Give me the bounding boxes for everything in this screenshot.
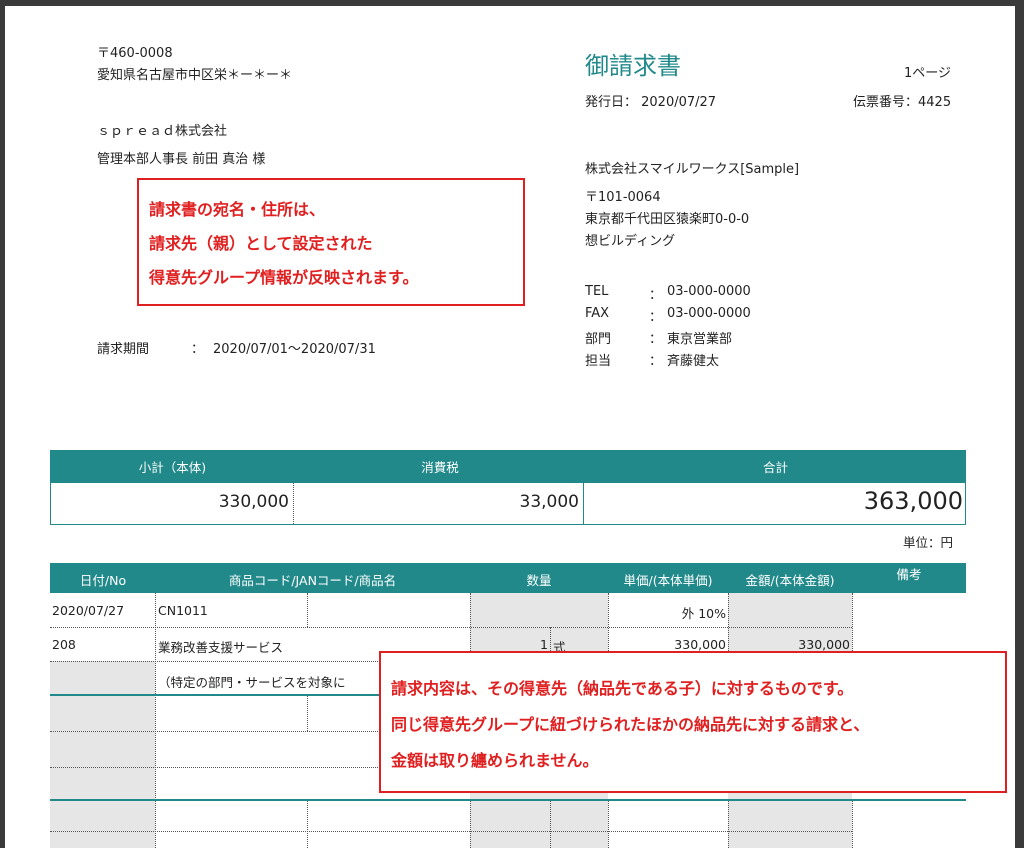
- row-divider: [50, 627, 852, 628]
- callout1-line1: 請求書の宛名・住所は、: [149, 200, 326, 219]
- issue-date: 発行日： 2020/07/27: [585, 95, 717, 110]
- fax-value: 03-000-0000: [667, 306, 751, 321]
- fax-label: FAX: [585, 306, 610, 321]
- subtotal-header: 小計（本体): [138, 460, 207, 475]
- callout1-line2: 請求先（親）として設定された: [149, 234, 373, 253]
- recipient-person: 管理本部人事長 前田 真治 様: [97, 152, 266, 167]
- col-remarks-header: 備考: [896, 567, 922, 582]
- page-number: 1ページ: [904, 66, 952, 81]
- dept-label: 部門: [585, 332, 612, 347]
- col-divider: [852, 801, 853, 848]
- totals-divider: [583, 483, 584, 524]
- row2-unit-price: 330,000: [674, 637, 726, 652]
- col-divider: [608, 801, 609, 848]
- totals-divider: [293, 483, 294, 524]
- row2-no: 208: [52, 637, 76, 652]
- dept-value: 東京営業部: [667, 332, 733, 347]
- row-divider: [50, 831, 852, 832]
- issuer-postal: 〒101-0064: [585, 190, 661, 205]
- item-separator: [50, 799, 966, 801]
- tel-value: 03-000-0000: [667, 284, 751, 299]
- col-divider: [470, 801, 471, 848]
- col-divider: [852, 593, 853, 655]
- row2-product-name: 業務改善支援サービス: [158, 640, 284, 655]
- invoice-page: 〒460-0008 愛知県名古屋市中区栄＊ー＊ー＊ ｓｐｒｅａｄ株式会社 管理本…: [5, 6, 1015, 848]
- page-title: 御請求書: [585, 52, 681, 80]
- callout-billing-note: 請求内容は、その得意先（納品先である子）に対するものです。 同じ得意先グループに…: [379, 651, 1007, 793]
- row2-amount: 330,000: [798, 637, 850, 652]
- col-unitprice-header: 単価/(本体単価): [623, 573, 713, 588]
- callout2-line1: 請求内容は、その得意先（納品先である子）に対するものです。: [391, 679, 854, 698]
- issuer-building: 想ビルディング: [585, 234, 676, 249]
- col-qty-header: 数量: [526, 573, 552, 588]
- row1-date: 2020/07/27: [52, 603, 125, 618]
- col-divider: [728, 801, 729, 848]
- fax-sep: ：: [649, 310, 663, 325]
- row1-tax-rate: 外 10%: [681, 606, 726, 621]
- tax-header: 消費税: [421, 460, 459, 475]
- issuer-address: 東京都千代田区猿楽町0-0-0: [585, 212, 750, 227]
- recipient-postal: 〒460-0008: [97, 46, 173, 61]
- period-value: 2020/07/01〜2020/07/31: [213, 342, 376, 357]
- col-divider: [307, 801, 308, 848]
- row3-note: （特定の部門・サービスを対象に: [158, 675, 346, 690]
- col-divider: [550, 801, 551, 848]
- col-amount-header: 金額/(本体金額): [745, 573, 835, 588]
- subtotal-value: 330,000: [218, 492, 289, 512]
- tax-value: 33,000: [519, 492, 579, 512]
- row-divider: [50, 661, 380, 662]
- staff-value: 斉藤健太: [667, 354, 720, 369]
- col-divider: [307, 593, 308, 627]
- total-header: 合計: [762, 460, 788, 475]
- col-divider: [155, 593, 156, 848]
- total-value: 363,000: [863, 487, 963, 515]
- recipient-address: 愛知県名古屋市中区栄＊ー＊ー＊: [97, 68, 293, 83]
- row1-code: CN1011: [158, 603, 208, 618]
- callout1-line3: 得意先グループ情報が反映されます。: [149, 268, 419, 287]
- staff-sep: ：: [649, 354, 663, 369]
- staff-label: 担当: [585, 354, 612, 369]
- tel-sep: ：: [649, 288, 663, 303]
- col-product-header: 商品コード/JANコード/商品名: [228, 573, 397, 588]
- callout2-line3: 金額は取り纏められません。: [391, 751, 599, 770]
- period-sep: ：: [191, 342, 205, 357]
- period-label: 請求期間: [97, 342, 150, 357]
- issuer-company: 株式会社スマイルワークス[Sample]: [585, 162, 800, 177]
- slip-number: 伝票番号：4425: [853, 95, 952, 110]
- callout-recipient-note: 請求書の宛名・住所は、 請求先（親）として設定された 得意先グループ情報が反映さ…: [137, 178, 525, 306]
- row2-qty: 1: [540, 637, 548, 652]
- recipient-company: ｓｐｒｅａｄ株式会社: [97, 124, 228, 139]
- row-divider: [50, 767, 380, 768]
- tel-label: TEL: [585, 284, 609, 299]
- dept-sep: ：: [649, 332, 663, 347]
- row-divider: [50, 731, 380, 732]
- col-divider: [307, 695, 308, 731]
- unit-label: 単位：円: [903, 535, 954, 550]
- callout2-line2: 同じ得意先グループに紐づけられたほかの納品先に対する請求と、: [391, 715, 870, 734]
- col-date-header: 日付/No: [79, 573, 127, 588]
